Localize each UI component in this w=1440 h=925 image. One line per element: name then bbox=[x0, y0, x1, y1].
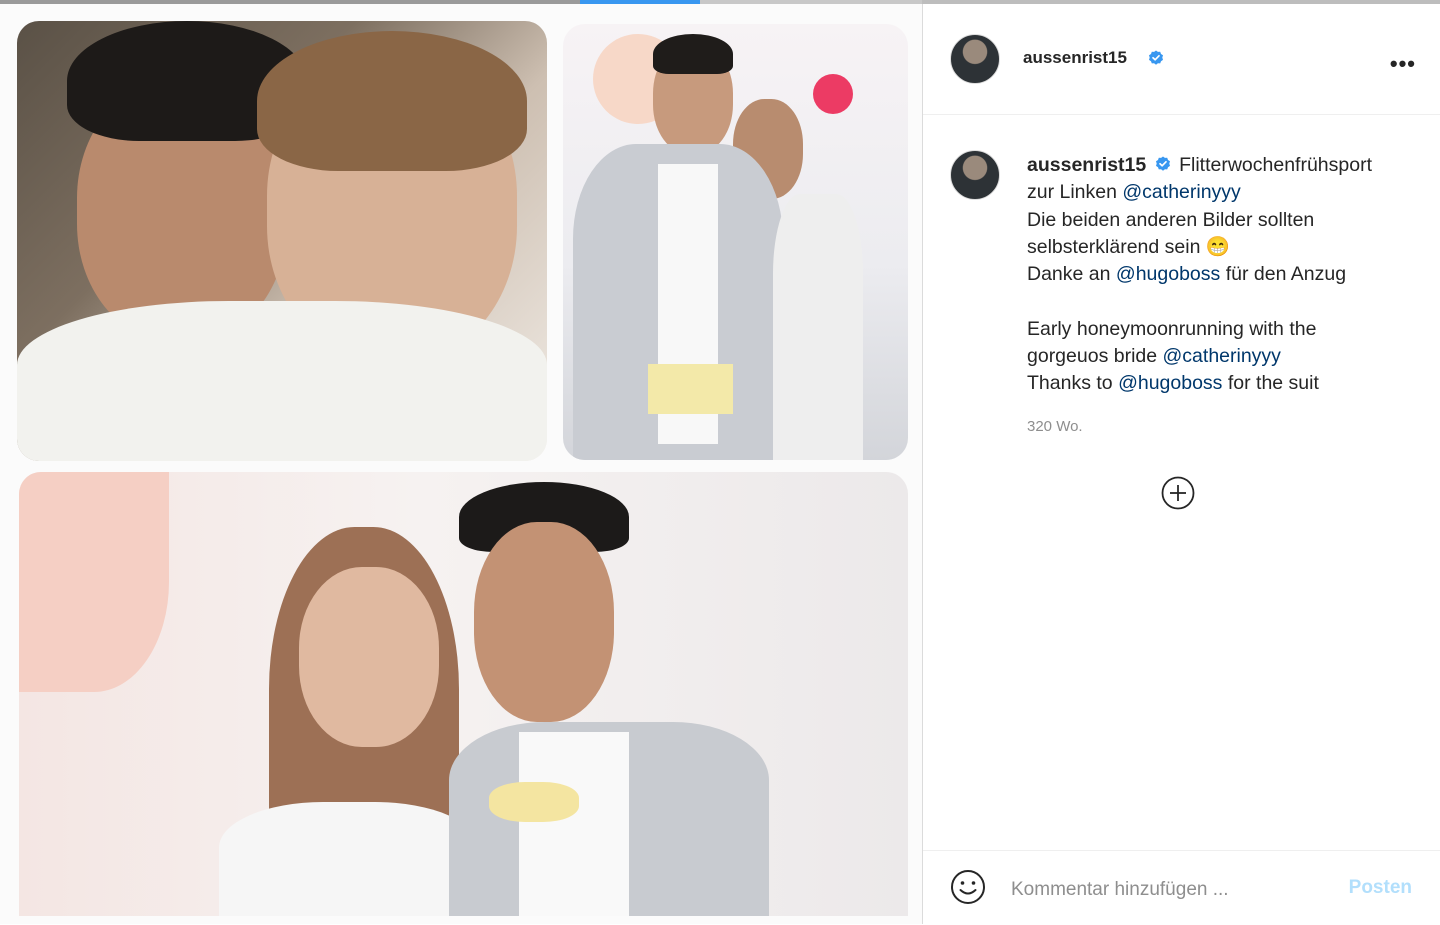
plus-circle-icon[interactable] bbox=[1161, 476, 1195, 510]
verified-badge-icon bbox=[1149, 50, 1163, 65]
caption-text: für den Anzug bbox=[1225, 263, 1347, 286]
caption-text: Thanks to bbox=[1027, 372, 1113, 395]
comment-bar: Posten bbox=[923, 850, 1440, 925]
caption-avatar[interactable] bbox=[950, 150, 1000, 200]
caption-text: Die beiden anderen Bilder sollten bbox=[1027, 208, 1315, 231]
mention-link[interactable]: @hugoboss bbox=[1116, 263, 1220, 285]
mention-link[interactable]: @hugoboss bbox=[1118, 372, 1222, 394]
caption-text: Danke an bbox=[1027, 263, 1111, 286]
post-timestamp[interactable]: 320 Wo. bbox=[1027, 418, 1083, 435]
comment-input[interactable] bbox=[1009, 875, 1313, 905]
more-options-button[interactable]: ••• bbox=[1390, 51, 1416, 77]
verified-badge-icon bbox=[1155, 156, 1170, 171]
photo-wedding-portrait[interactable] bbox=[563, 24, 908, 460]
post-media-area bbox=[0, 4, 923, 924]
header-username[interactable]: aussenrist15 bbox=[1023, 48, 1127, 68]
caption-text: gorgeuos bride bbox=[1027, 345, 1158, 368]
caption-text: for the suit bbox=[1227, 372, 1319, 395]
caption-username[interactable]: aussenrist15 bbox=[1027, 154, 1146, 176]
caption-text: zur Linken bbox=[1027, 181, 1117, 204]
post-sidebar: aussenrist15 ••• aussenrist15 Flitterwoc… bbox=[923, 4, 1440, 924]
smiley-icon[interactable] bbox=[950, 869, 986, 905]
photo-selfie-couple[interactable] bbox=[17, 21, 547, 461]
caption-text: Early honeymoonrunning with the bbox=[1027, 317, 1317, 340]
caption-text: Flitterwochenfrühsport bbox=[1179, 154, 1373, 176]
user-avatar[interactable] bbox=[950, 34, 1000, 84]
photo-wedding-couple[interactable] bbox=[19, 472, 908, 916]
more-horizontal-icon: ••• bbox=[1389, 51, 1416, 76]
post-caption: aussenrist15 Flitterwochenfrühsport zur … bbox=[1027, 152, 1417, 398]
mention-link[interactable]: @catherinyyy bbox=[1163, 345, 1281, 367]
post-header: aussenrist15 ••• bbox=[923, 4, 1440, 115]
mention-link[interactable]: @catherinyyy bbox=[1122, 181, 1240, 203]
caption-text: selbsterklärend sein 😁 bbox=[1027, 235, 1231, 258]
post-comment-button[interactable]: Posten bbox=[1349, 877, 1412, 899]
